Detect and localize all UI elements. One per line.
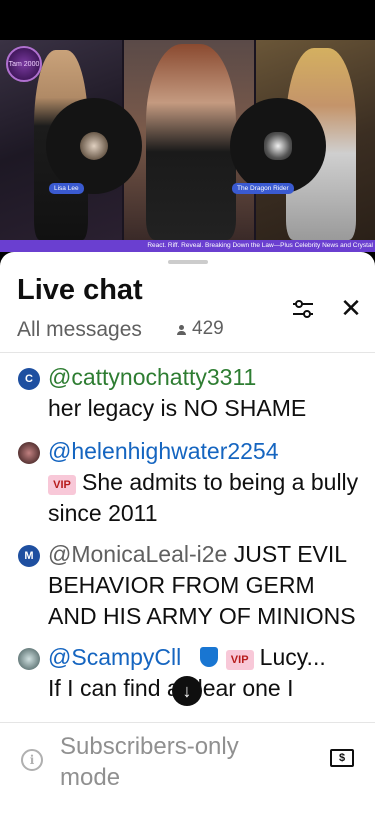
chat-input-area: i Subscribers-only mode $ [0, 722, 375, 840]
chat-message-list[interactable]: C @cattynochatty3311 her legacy is NO SH… [0, 356, 375, 724]
message-author[interactable]: @helenhighwater2254 [48, 438, 279, 464]
guest-name-left: Lisa Lee [49, 183, 84, 194]
viewer-count-value: 429 [192, 318, 224, 339]
avatar[interactable]: M [18, 545, 40, 567]
chat-message: @helenhighwater2254 VIP She admits to bei… [0, 436, 375, 529]
chat-message: M @MonicaLeal-i2e JUST EVIL BEHAVIOR FRO… [0, 539, 375, 632]
close-button[interactable]: ✕ [338, 293, 364, 323]
vip-badge: VIP [48, 475, 76, 495]
message-author[interactable]: @cattynochatty3311 [48, 364, 256, 390]
avatar[interactable]: C [18, 368, 40, 390]
channel-logo: Tam 2000 [6, 46, 42, 82]
chat-title: Live chat [17, 274, 143, 306]
message-author[interactable]: @ScampyC [48, 644, 171, 670]
info-icon[interactable]: i [21, 749, 43, 771]
moderator-shield-icon [199, 647, 218, 667]
viewer-count: 429 [176, 318, 224, 340]
guest-bubble-right [230, 98, 326, 194]
arrow-down-icon: ↓ [182, 681, 192, 701]
guest-name-right: The Dragon Rider [232, 183, 294, 194]
live-chat-sheet: Live chat All messages 429 ✕ C @cattynoc… [0, 252, 375, 840]
vip-badge: VIP [225, 650, 254, 670]
header-divider [0, 352, 375, 353]
person-icon [176, 322, 188, 336]
message-text: Lucy... [259, 644, 326, 670]
message-author-hidden: ll [171, 644, 182, 670]
close-icon: ✕ [340, 293, 362, 323]
sliders-icon [293, 300, 313, 318]
guest-avatar [264, 132, 292, 160]
guest-bubble-left [46, 98, 142, 194]
guest-avatar [80, 132, 108, 160]
message-text: She admits to being a bully since 2011 [48, 469, 359, 526]
chat-message: C @cattynochatty3311 her legacy is NO SH… [0, 362, 375, 424]
avatar[interactable] [18, 648, 40, 670]
news-ticker: React. Riff. Reveal. Breaking Down the L… [0, 240, 375, 252]
avatar[interactable] [18, 442, 40, 464]
center-figure [146, 44, 236, 240]
super-chat-icon[interactable]: $ [330, 749, 354, 767]
scroll-to-bottom-button[interactable]: ↓ [172, 676, 202, 706]
chat-filter-dropdown[interactable]: All messages [17, 318, 142, 342]
message-author[interactable]: @MonicaLeal-i2e [48, 541, 227, 567]
subscribers-only-notice: Subscribers-only mode [60, 733, 239, 791]
filter-settings-button[interactable] [290, 296, 316, 322]
drag-handle[interactable] [168, 260, 208, 264]
message-text-continued: If I can find a clear one I [48, 675, 294, 701]
live-video-player[interactable]: Tam 2000 Lisa Lee The Dragon Rider React… [0, 40, 375, 252]
message-text: her legacy is NO SHAME [48, 395, 307, 421]
